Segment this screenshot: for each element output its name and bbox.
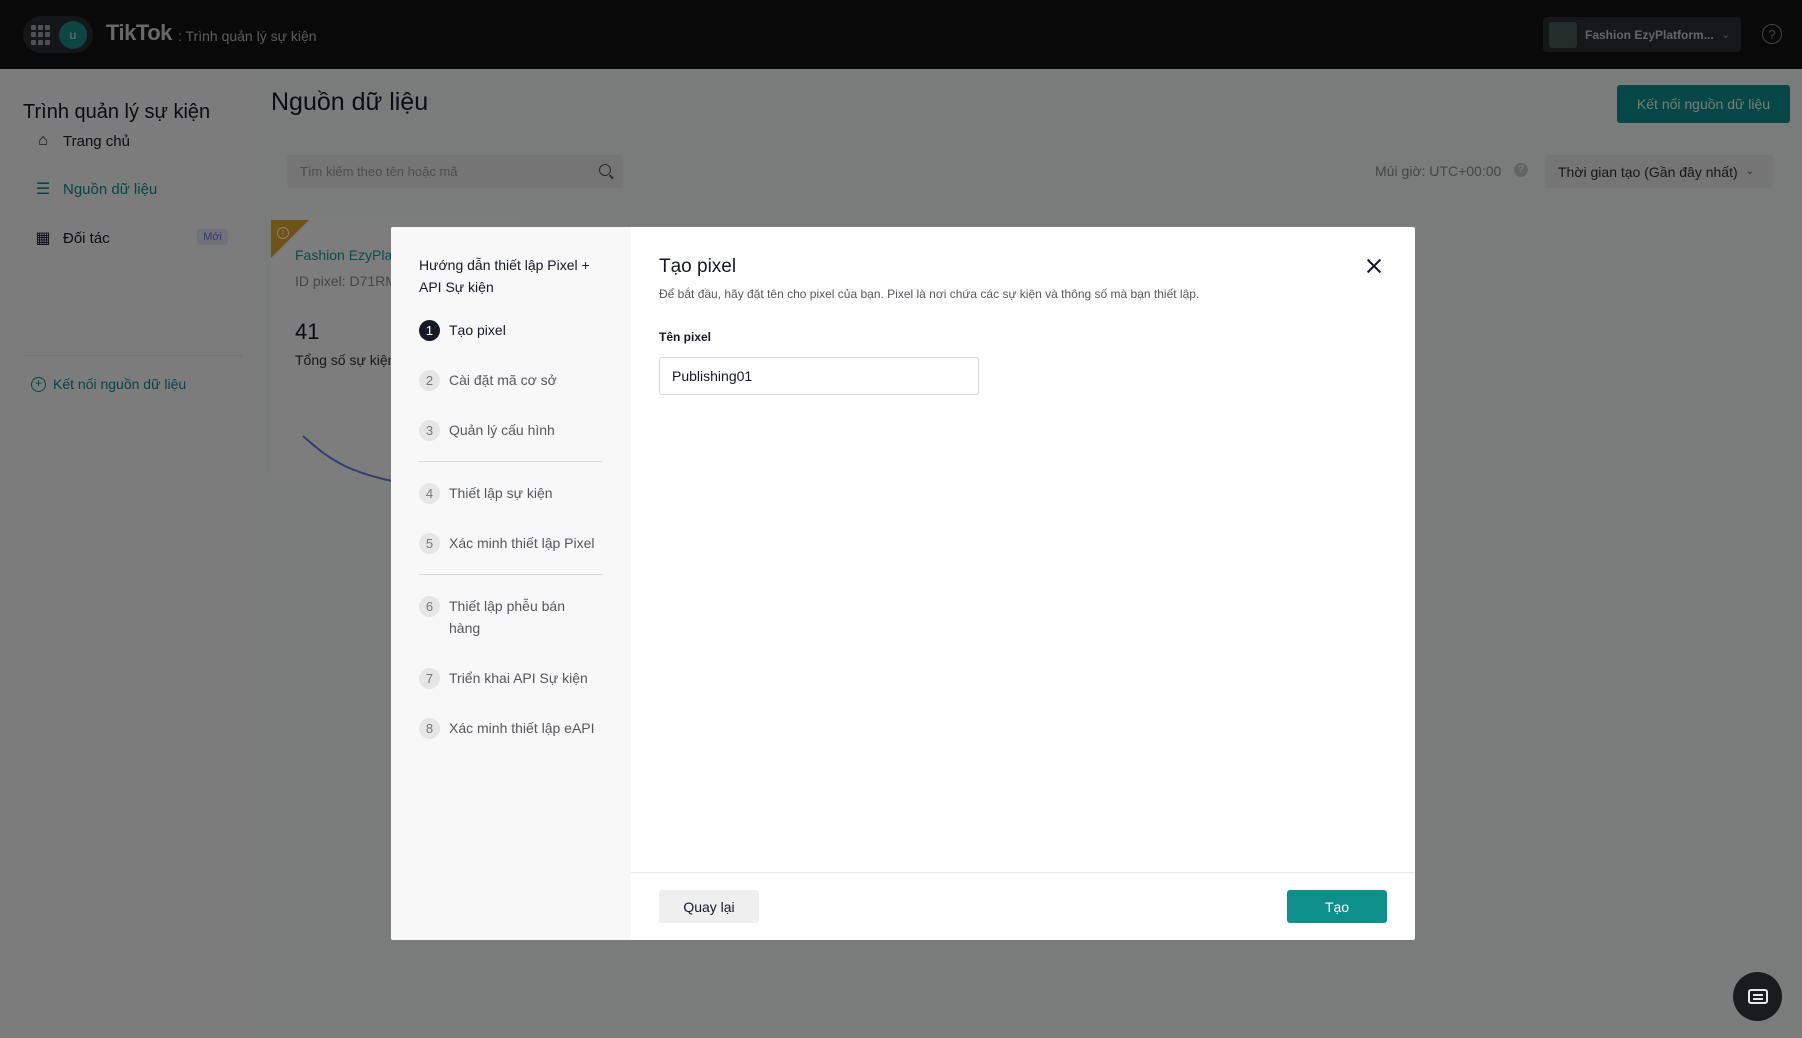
close-icon[interactable] [1365, 257, 1383, 275]
step-verify-eapi: 8 Xác minh thiết lập eAPI [419, 718, 619, 739]
setup-guide-panel: Hướng dẫn thiết lập Pixel + API Sự kiện … [391, 227, 631, 940]
step-label: Xác minh thiết lập Pixel [449, 535, 595, 551]
step-divider [419, 461, 602, 462]
footer-divider [631, 872, 1415, 873]
step-number: 6 [419, 596, 440, 617]
step-label: Quản lý cấu hình [449, 422, 555, 438]
back-button[interactable]: Quay lại [659, 890, 759, 923]
step-label: Cài đặt mã cơ sở [449, 372, 557, 388]
step-label: Thiết lập sự kiện [449, 485, 553, 501]
pixel-name-input[interactable]: Publishing01 [659, 357, 979, 395]
modal-title: Tạo pixel [659, 256, 737, 277]
step-number: 7 [419, 668, 440, 689]
step-label: Xác minh thiết lập eAPI [449, 720, 595, 736]
step-number: 3 [419, 420, 440, 441]
step-label: Triển khai API Sự kiện [449, 670, 588, 686]
step-manage-config: 3 Quản lý cấu hình [419, 420, 619, 441]
step-divider [419, 574, 602, 575]
create-pixel-modal: Hướng dẫn thiết lập Pixel + API Sự kiện … [391, 227, 1415, 940]
step-install-base-code: 2 Cài đặt mã cơ sở [419, 370, 619, 391]
chat-icon [1747, 989, 1768, 1004]
step-number: 1 [419, 320, 440, 341]
step-verify-pixel: 5 Xác minh thiết lập Pixel [419, 533, 619, 554]
step-events-api: 7 Triển khai API Sự kiện [419, 668, 619, 689]
step-label: Tạo pixel [449, 322, 506, 338]
step-setup-events: 4 Thiết lập sự kiện [419, 483, 619, 504]
step-number: 5 [419, 533, 440, 554]
modal-description: Để bắt đầu, hãy đặt tên cho pixel của bạ… [659, 287, 1200, 301]
step-create-pixel: 1 Tạo pixel [419, 320, 619, 341]
chat-support-button[interactable] [1733, 972, 1782, 1021]
pixel-name-label: Tên pixel [659, 330, 712, 344]
create-button[interactable]: Tạo [1287, 890, 1387, 923]
step-number: 2 [419, 370, 440, 391]
step-label: Thiết lập phễu bán hàng [449, 598, 565, 636]
step-sales-funnel: 6 Thiết lập phễu bán hàng [419, 596, 589, 639]
guide-title: Hướng dẫn thiết lập Pixel + API Sự kiện [419, 257, 590, 295]
step-number: 4 [419, 483, 440, 504]
step-number: 8 [419, 718, 440, 739]
